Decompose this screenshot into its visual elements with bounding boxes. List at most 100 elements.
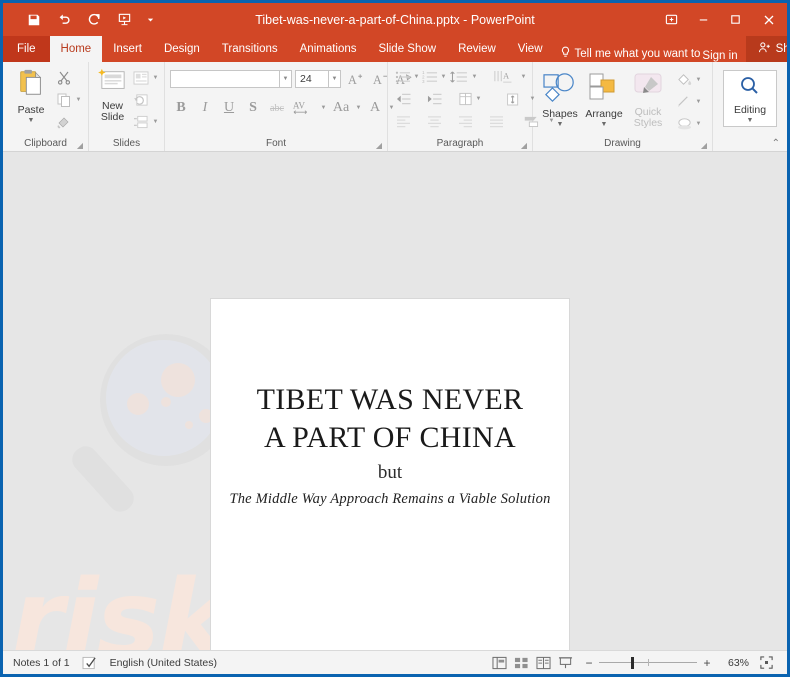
editing-button[interactable]: Editing ▼: [723, 70, 777, 127]
slide-canvas[interactable]: TIBET WAS NEVER A PART OF CHINA but The …: [210, 298, 570, 650]
font-size-input[interactable]: 24: [295, 70, 329, 88]
zoom-slider-thumb[interactable]: [631, 656, 634, 669]
layout-button[interactable]: ▼: [131, 68, 159, 88]
tab-view[interactable]: View: [507, 36, 554, 62]
italic-button[interactable]: I: [194, 98, 216, 118]
language-status[interactable]: English (United States): [110, 657, 217, 669]
increase-font-size-button[interactable]: A: [344, 69, 366, 89]
start-from-beginning-button[interactable]: [109, 7, 139, 33]
normal-view-button[interactable]: [488, 653, 510, 673]
ribbon-display-options-button[interactable]: [655, 3, 687, 36]
paragraph-dialog-launcher[interactable]: ◢: [521, 141, 527, 150]
columns-caret[interactable]: ▼: [475, 96, 482, 102]
save-button[interactable]: [19, 7, 49, 33]
text-direction-caret[interactable]: ▼: [520, 74, 527, 80]
paste-dropdown-caret[interactable]: ▼: [28, 117, 35, 124]
zoom-percent-label[interactable]: 63%: [723, 657, 749, 669]
character-spacing-caret[interactable]: ▼: [320, 105, 327, 111]
tab-design[interactable]: Design: [153, 36, 211, 62]
share-button[interactable]: Share: [745, 36, 787, 62]
tab-insert[interactable]: Insert: [102, 36, 153, 62]
shapes-button[interactable]: Shapes ▼: [538, 68, 582, 128]
editing-caret[interactable]: ▼: [747, 117, 754, 124]
sign-in-link[interactable]: Sign in: [702, 50, 737, 62]
tab-slide-show[interactable]: Slide Show: [368, 36, 448, 62]
zoom-in-button[interactable]: +: [702, 656, 712, 670]
increase-indent-icon[interactable]: [424, 90, 444, 109]
tell-me-search-box[interactable]: Tell me what you want to: [560, 46, 700, 62]
tab-home[interactable]: Home: [49, 36, 103, 62]
reading-view-button[interactable]: [532, 653, 554, 673]
tab-review[interactable]: Review: [447, 36, 507, 62]
shape-fill-button[interactable]: ▼: [674, 70, 702, 90]
shape-effects-button[interactable]: ▼: [674, 114, 702, 134]
decrease-indent-icon[interactable]: [393, 90, 413, 109]
paste-button[interactable]: Paste ▼: [8, 66, 54, 124]
redo-button[interactable]: [79, 7, 109, 33]
font-name-input[interactable]: [170, 70, 280, 88]
copy-button[interactable]: ▼: [54, 90, 82, 110]
maximize-restore-button[interactable]: [719, 3, 751, 36]
columns-icon[interactable]: [455, 90, 475, 109]
spellcheck-button[interactable]: [82, 656, 98, 670]
clipboard-dialog-launcher[interactable]: ◢: [77, 141, 83, 150]
layout-dropdown-caret[interactable]: ▼: [152, 75, 159, 81]
reset-button[interactable]: [131, 90, 159, 110]
font-name-dropdown-caret[interactable]: ▼: [280, 70, 292, 88]
underline-button[interactable]: U: [218, 98, 240, 118]
bullets-icon[interactable]: [393, 68, 413, 87]
arrange-button[interactable]: Arrange ▼: [582, 68, 626, 128]
format-painter-button[interactable]: [54, 112, 82, 132]
strikethrough-button[interactable]: abc: [266, 98, 288, 118]
shape-outline-button[interactable]: ▼: [674, 92, 702, 112]
shape-effects-caret[interactable]: ▼: [695, 121, 702, 127]
new-slide-button[interactable]: New Slide: [94, 66, 131, 123]
font-color-button[interactable]: A: [364, 98, 386, 118]
shape-outline-caret[interactable]: ▼: [695, 99, 702, 105]
undo-button[interactable]: [49, 7, 79, 33]
fit-slide-to-window-button[interactable]: [755, 653, 777, 673]
drawing-dialog-launcher[interactable]: ◢: [701, 141, 707, 150]
justify-icon[interactable]: [486, 112, 506, 131]
arrange-caret[interactable]: ▼: [601, 121, 608, 128]
bold-button[interactable]: B: [170, 98, 192, 118]
font-size-dropdown-caret[interactable]: ▼: [329, 70, 341, 88]
numbering-caret[interactable]: ▼: [440, 74, 447, 80]
align-right-icon[interactable]: [455, 112, 475, 131]
quick-styles-button[interactable]: Quick Styles: [626, 68, 670, 129]
slide-title-textbox[interactable]: TIBET WAS NEVER A PART OF CHINA: [229, 381, 551, 457]
font-dialog-launcher[interactable]: ◢: [376, 141, 382, 150]
text-direction-icon[interactable]: A: [490, 68, 520, 87]
text-shadow-button[interactable]: S: [242, 98, 264, 118]
bullets-caret[interactable]: ▼: [413, 74, 420, 80]
line-spacing-caret[interactable]: ▼: [471, 74, 478, 80]
character-spacing-button[interactable]: AV: [290, 98, 318, 118]
copy-dropdown-caret[interactable]: ▼: [75, 97, 82, 103]
tab-file[interactable]: File: [3, 36, 50, 62]
zoom-slider[interactable]: [599, 656, 697, 670]
line-spacing-icon[interactable]: [447, 68, 471, 87]
notes-status[interactable]: Notes 1 of 1: [13, 657, 70, 669]
align-left-icon[interactable]: [393, 112, 413, 131]
align-center-icon[interactable]: [424, 112, 444, 131]
section-button[interactable]: ▼: [131, 112, 159, 132]
customize-quick-access-toolbar-button[interactable]: [139, 7, 161, 33]
close-button[interactable]: [751, 3, 787, 36]
zoom-out-button[interactable]: −: [584, 656, 594, 670]
tab-transitions[interactable]: Transitions: [211, 36, 289, 62]
align-text-icon[interactable]: [499, 90, 529, 109]
clipboard-group-label-text: Clipboard: [24, 138, 67, 149]
change-case-caret[interactable]: ▼: [355, 105, 362, 111]
numbering-icon[interactable]: 123: [420, 68, 440, 87]
slide-show-button[interactable]: [554, 653, 576, 673]
change-case-button[interactable]: Aa: [329, 98, 353, 118]
collapse-ribbon-button[interactable]: ⌃: [772, 138, 780, 149]
section-dropdown-caret[interactable]: ▼: [152, 119, 159, 125]
cut-button[interactable]: [54, 68, 82, 88]
scissors-icon: [54, 69, 74, 88]
shape-fill-caret[interactable]: ▼: [695, 77, 702, 83]
shapes-caret[interactable]: ▼: [557, 121, 564, 128]
slide-sorter-view-button[interactable]: [510, 653, 532, 673]
minimize-button[interactable]: [687, 3, 719, 36]
tab-animations[interactable]: Animations: [289, 36, 368, 62]
